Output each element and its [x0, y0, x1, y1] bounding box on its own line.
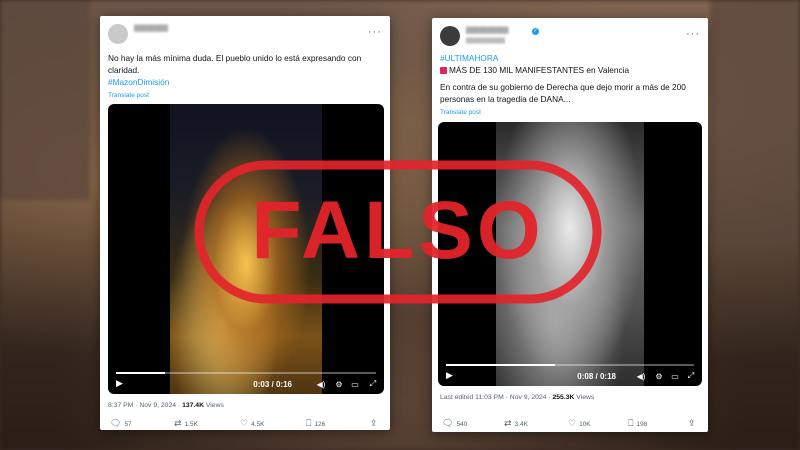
more-icon[interactable]: ···	[686, 28, 700, 40]
volume-icon[interactable]: ◀)	[636, 372, 646, 381]
like-button[interactable]: ♡ 10K	[568, 418, 591, 429]
tweet-date: Nov 9, 2024	[509, 394, 547, 401]
fullscreen-icon[interactable]: ⤢	[368, 379, 378, 389]
tweet-meta: Last edited 11:03 PM · Nov 9, 2024 · 255…	[440, 394, 595, 401]
blurred-username: ██████████	[466, 28, 509, 34]
like-icon: ♡	[568, 418, 577, 428]
tweet-actions: 🗨 540 ⇄ 3.4K ♡ 10K ⎕ 198 ⇪	[440, 418, 700, 430]
tweet-body: En contra de su gobierno de Derecha que …	[440, 82, 686, 104]
tweet-headline: MÁS DE 130 MIL MANIFESTANTES en Valencia	[449, 65, 630, 75]
video-progress-bar[interactable]	[446, 364, 694, 366]
tweet-body: No hay la más mínima duda. El pueblo uni…	[108, 53, 362, 75]
volume-icon[interactable]: ◀)	[316, 380, 326, 389]
bookmark-button[interactable]: ⎕ 126	[306, 418, 325, 429]
repost-button[interactable]: ⇄ 3.4K	[504, 418, 528, 429]
reply-button[interactable]: 🗨 57	[110, 418, 132, 429]
tweet-header: ████████ ···	[108, 24, 382, 46]
translate-post-link[interactable]: Translate post	[440, 109, 481, 116]
repost-icon: ⇄	[174, 418, 182, 428]
avatar[interactable]	[108, 24, 128, 44]
reply-icon: 🗨	[110, 418, 122, 428]
video-timecode: 0:03 / 0:16	[253, 380, 292, 389]
video-timecode: 0:08 / 0:18	[577, 372, 616, 381]
play-icon[interactable]: ▶	[116, 378, 123, 389]
hashtag-link[interactable]: #MazonDimisión	[108, 77, 169, 87]
tweet-actions: 🗨 57 ⇄ 1.5K ♡ 4.5K ⎕ 126 ⇪	[108, 418, 382, 430]
captions-icon[interactable]: ▭	[670, 372, 680, 381]
repost-button[interactable]: ⇄ 1.5K	[174, 418, 198, 429]
reply-button[interactable]: 🗨 540	[442, 418, 467, 429]
bookmark-icon: ⎕	[628, 418, 634, 428]
alert-icon	[440, 67, 447, 74]
bookmark-icon: ⎕	[306, 418, 312, 428]
views-label: Views	[205, 402, 224, 409]
views-count: 255.3K	[552, 394, 575, 401]
falso-stamp-graphic: FALSO	[194, 160, 602, 304]
hashtag-link[interactable]: #ULTIMAHORA	[440, 53, 498, 63]
like-button[interactable]: ♡ 4.5K	[240, 418, 264, 429]
share-icon: ⇪	[370, 418, 378, 428]
views-label: Views	[576, 394, 595, 401]
repost-icon: ⇄	[504, 418, 512, 428]
tweet-meta: 8:37 PM · Nov 9, 2024 · 137.4K Views	[108, 402, 224, 409]
stamp-text: FALSO	[251, 185, 544, 276]
verified-icon: ✓	[532, 28, 539, 35]
tweet-time: 8:37 PM	[108, 402, 134, 409]
tweet-date: Nov 9, 2024	[139, 402, 177, 409]
more-icon[interactable]: ···	[368, 26, 382, 38]
share-button[interactable]: ⇪	[688, 418, 699, 429]
share-button[interactable]: ⇪	[370, 418, 381, 429]
captions-icon[interactable]: ▭	[350, 380, 360, 389]
settings-icon[interactable]: ⚙	[654, 372, 664, 381]
avatar[interactable]	[440, 26, 460, 46]
views-count: 137.4K	[182, 402, 204, 409]
settings-icon[interactable]: ⚙	[334, 380, 344, 389]
like-icon: ♡	[240, 418, 249, 428]
bookmark-button[interactable]: ⎕ 198	[628, 418, 647, 429]
video-progress-bar[interactable]	[116, 372, 376, 374]
falso-stamp: FALSO	[194, 160, 602, 304]
fullscreen-icon[interactable]: ⤢	[686, 371, 696, 381]
translate-post-link[interactable]: Translate post	[108, 92, 149, 99]
tweet-header: ██████████ ✓ ███████████ ···	[440, 26, 700, 48]
play-icon[interactable]: ▶	[446, 370, 453, 381]
reply-icon: 🗨	[442, 418, 454, 428]
last-edited-time[interactable]: Last edited 11:03 PM	[440, 394, 504, 401]
blurred-handle: ███████████	[466, 38, 505, 44]
blurred-username: ████████	[134, 26, 169, 32]
tweet-text: #ULTIMAHORA MÁS DE 130 MIL MANIFESTANTES…	[440, 52, 702, 119]
tweet-text: No hay la más mínima duda. El pueblo uni…	[108, 52, 378, 102]
share-icon: ⇪	[688, 418, 696, 428]
